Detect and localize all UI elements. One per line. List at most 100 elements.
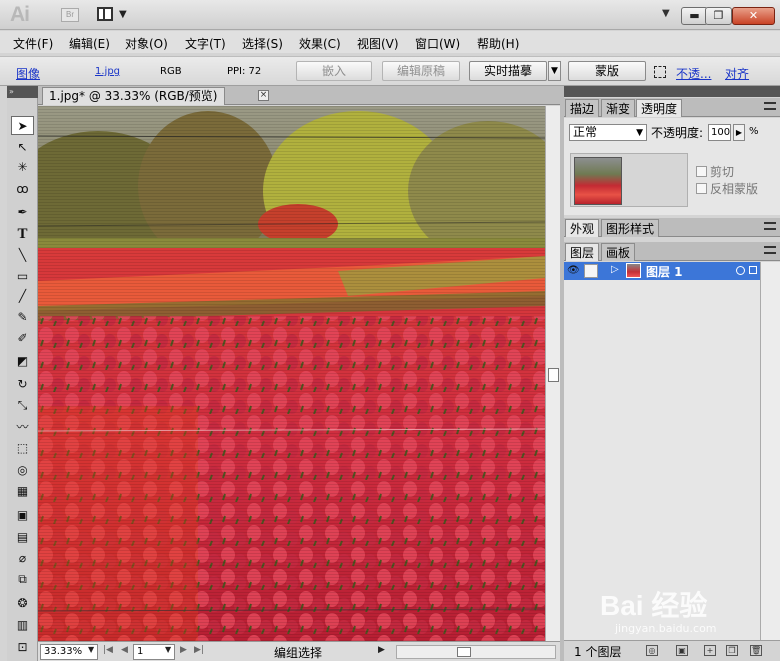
perspective-grid-tool-icon[interactable]: ▦ bbox=[11, 482, 34, 501]
tab-appearance[interactable]: 外观 bbox=[565, 219, 600, 237]
direct-selection-tool-icon[interactable]: ↖ bbox=[11, 138, 34, 157]
object-type-link[interactable]: 图像 bbox=[16, 65, 40, 82]
zoom-dropdown-icon[interactable]: ▼ bbox=[88, 645, 94, 654]
invert-mask-checkbox[interactable] bbox=[696, 183, 707, 194]
mask-button[interactable]: 蒙版 bbox=[568, 61, 646, 81]
line-tool-icon[interactable]: ╲ bbox=[11, 246, 34, 265]
locate-object-icon[interactable]: ◎ bbox=[646, 645, 658, 656]
first-artboard-icon[interactable]: |◀ bbox=[103, 645, 113, 655]
warp-tool-icon[interactable]: 〰 bbox=[11, 418, 34, 437]
filename-link[interactable]: 1.jpg bbox=[95, 66, 120, 77]
target-circle-icon[interactable] bbox=[736, 266, 745, 275]
shape-builder-tool-icon[interactable]: ◎ bbox=[11, 461, 34, 480]
magic-wand-tool-icon[interactable]: ✳ bbox=[11, 158, 34, 177]
canvas-vertical-scrollbar[interactable] bbox=[545, 106, 560, 641]
opacity-link[interactable]: 不透... bbox=[676, 65, 711, 82]
free-transform-tool-icon[interactable]: ⬚ bbox=[11, 439, 34, 458]
eraser-tool-icon[interactable]: ◩ bbox=[11, 352, 34, 371]
tab-stroke[interactable]: 描边 bbox=[565, 99, 600, 117]
eyedropper-tool-icon[interactable]: ⌀ bbox=[11, 549, 34, 568]
close-button[interactable]: ✕ bbox=[732, 7, 775, 25]
panel-dock-header[interactable] bbox=[564, 86, 780, 97]
artboard-dropdown-icon[interactable]: ▼ bbox=[165, 645, 171, 654]
layer-name[interactable]: 图层 1 bbox=[646, 263, 683, 280]
restore-button[interactable]: ❐ bbox=[705, 7, 732, 25]
embed-button[interactable]: 嵌入 bbox=[296, 61, 372, 81]
clip-checkbox[interactable] bbox=[696, 166, 707, 177]
edit-original-button[interactable]: 编辑原稿 bbox=[382, 61, 460, 81]
artboard-tool-icon[interactable]: ⊡ bbox=[11, 638, 34, 657]
horizontal-scroll-thumb[interactable] bbox=[457, 647, 471, 657]
next-artboard-icon[interactable]: ▶ bbox=[180, 645, 187, 655]
bridge-button[interactable]: Br bbox=[61, 8, 79, 22]
panel-collapse-icon[interactable]: » bbox=[7, 86, 38, 98]
arrange-documents-icon[interactable] bbox=[97, 7, 113, 21]
panel-menu-icon[interactable] bbox=[764, 246, 776, 254]
previous-artboard-icon[interactable]: ◀ bbox=[121, 645, 128, 655]
document-canvas[interactable] bbox=[38, 106, 545, 641]
canvas-horizontal-scrollbar[interactable] bbox=[396, 645, 556, 659]
visibility-eye-icon[interactable]: 👁 bbox=[567, 265, 580, 276]
lasso-tool-icon[interactable]: ꝏ bbox=[11, 180, 34, 199]
minimize-button[interactable]: ▬ bbox=[681, 7, 708, 25]
blend-mode-select[interactable]: 正常 ▼ bbox=[569, 124, 647, 141]
menu-effect[interactable]: 效果(C) bbox=[299, 35, 341, 52]
blend-mode-value: 正常 bbox=[573, 125, 598, 139]
menu-window[interactable]: 窗口(W) bbox=[415, 35, 460, 52]
chevron-down-icon[interactable]: ▼ bbox=[119, 9, 127, 20]
object-thumbnail[interactable] bbox=[574, 157, 622, 205]
current-tool-status: 编组选择 bbox=[274, 646, 323, 660]
workspace-dropdown-icon[interactable]: ▼ bbox=[662, 8, 670, 19]
tab-transparency[interactable]: 透明度 bbox=[636, 99, 683, 117]
blend-tool-icon[interactable]: ⧉ bbox=[11, 570, 34, 589]
tab-graphic-styles[interactable]: 图形样式 bbox=[601, 219, 660, 237]
tab-gradient[interactable]: 渐变 bbox=[601, 99, 636, 117]
live-trace-options-icon[interactable]: ▼ bbox=[548, 61, 561, 81]
blob-brush-tool-icon[interactable]: ✐ bbox=[11, 329, 34, 348]
menu-object[interactable]: 对象(O) bbox=[125, 35, 168, 52]
menu-type[interactable]: 文字(T) bbox=[185, 35, 226, 52]
rotate-tool-icon[interactable]: ↻ bbox=[11, 375, 34, 394]
expand-layer-icon[interactable]: ▷ bbox=[611, 264, 619, 275]
clipping-mask-icon[interactable]: ▣ bbox=[676, 645, 688, 656]
opacity-input[interactable]: 100 bbox=[708, 124, 731, 141]
crop-marks-icon[interactable] bbox=[654, 66, 666, 78]
placed-image[interactable] bbox=[38, 106, 545, 641]
symbol-sprayer-tool-icon[interactable]: ❂ bbox=[11, 594, 34, 613]
new-sublayer-icon[interactable]: + bbox=[704, 645, 716, 656]
pencil-tool-icon[interactable]: ✎ bbox=[11, 308, 34, 327]
menu-file[interactable]: 文件(F) bbox=[13, 35, 53, 52]
menu-select[interactable]: 选择(S) bbox=[242, 35, 283, 52]
align-link[interactable]: 对齐 bbox=[725, 65, 749, 82]
rectangle-tool-icon[interactable]: ▭ bbox=[11, 267, 34, 286]
last-artboard-icon[interactable]: ▶| bbox=[194, 645, 204, 655]
menu-help[interactable]: 帮助(H) bbox=[477, 35, 519, 52]
delete-layer-icon[interactable]: 🗑 bbox=[750, 645, 762, 656]
layer-row[interactable]: 👁 ▷ 图层 1 bbox=[564, 262, 760, 280]
vertical-scroll-thumb[interactable] bbox=[548, 368, 559, 382]
panel-menu-icon[interactable] bbox=[764, 222, 776, 230]
mesh-tool-icon[interactable]: ▣ bbox=[11, 506, 34, 525]
live-trace-button[interactable]: 实时描摹 bbox=[469, 61, 547, 81]
column-graph-tool-icon[interactable]: ▥ bbox=[11, 616, 34, 635]
menu-edit[interactable]: 编辑(E) bbox=[69, 35, 110, 52]
tab-layers[interactable]: 图层 bbox=[565, 243, 600, 261]
selection-tool-icon[interactable]: ➤ bbox=[11, 116, 34, 135]
tab-close-icon[interactable]: × bbox=[258, 90, 269, 101]
new-layer-icon[interactable]: ❐ bbox=[726, 645, 738, 656]
layers-scrollbar[interactable] bbox=[760, 262, 780, 640]
pen-tool-icon[interactable]: ✒ bbox=[11, 203, 34, 222]
gradient-tool-icon[interactable]: ▤ bbox=[11, 528, 34, 547]
document-tab[interactable]: 1.jpg* @ 33.33% (RGB/预览) bbox=[42, 87, 225, 105]
panel-menu-icon[interactable] bbox=[764, 102, 776, 110]
opacity-slider-toggle-icon[interactable]: ▶ bbox=[733, 124, 745, 141]
scale-tool-icon[interactable]: ⤡ bbox=[11, 396, 34, 415]
paintbrush-tool-icon[interactable]: ╱ bbox=[11, 287, 34, 306]
selection-indicator-icon[interactable] bbox=[749, 266, 757, 274]
lock-toggle[interactable] bbox=[584, 264, 598, 278]
menu-view[interactable]: 视图(V) bbox=[357, 35, 399, 52]
watermark-url: jingyan.baidu.com bbox=[615, 622, 717, 635]
tab-artboards[interactable]: 画板 bbox=[601, 243, 636, 261]
type-tool-icon[interactable]: T bbox=[11, 225, 34, 244]
status-menu-icon[interactable]: ▶ bbox=[378, 645, 385, 655]
